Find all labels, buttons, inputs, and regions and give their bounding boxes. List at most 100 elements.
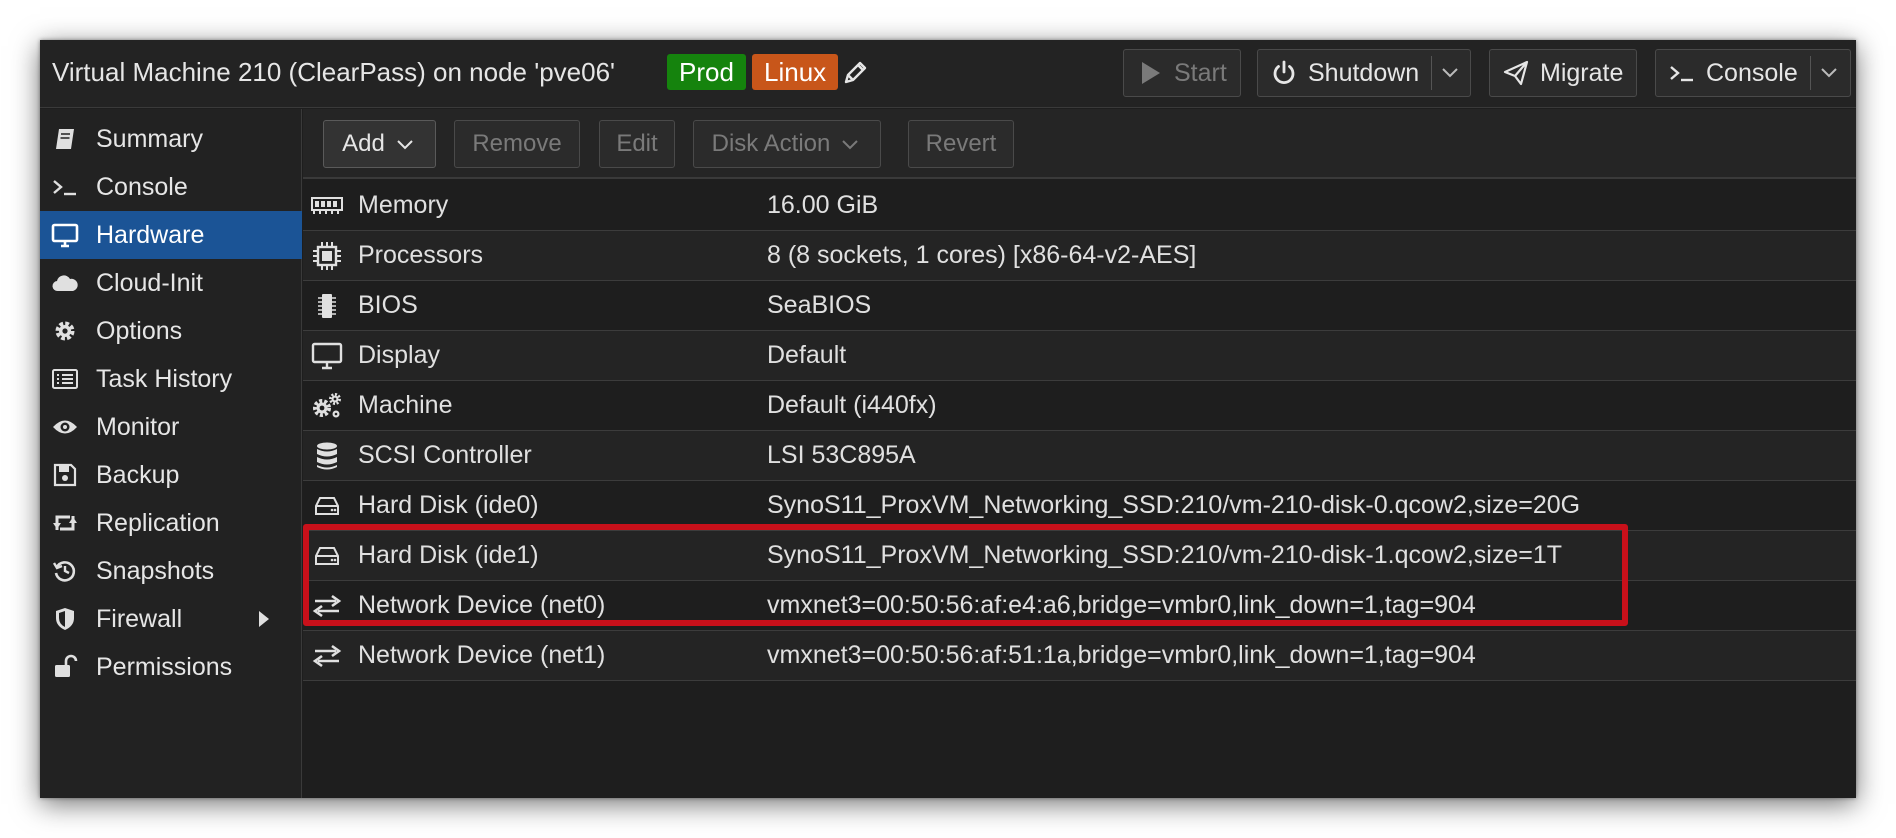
table-row[interactable]: Network Device (net0) vmxnet3=00:50:56:a… [303,581,1856,631]
disk-action-button[interactable]: Disk Action [693,120,881,168]
table-row[interactable]: SCSI Controller LSI 53C895A [303,431,1856,481]
start-label: Start [1174,58,1227,87]
hardware-value: 16.00 GiB [767,191,879,219]
table-row[interactable]: Hard Disk (ide0) SynoS11_ProxVM_Networki… [303,481,1856,531]
sidebar-item-options[interactable]: Options [40,307,302,355]
console-button[interactable]: Console [1655,49,1851,97]
revert-label: Revert [925,130,997,157]
play-icon [1136,59,1164,87]
tag-prod[interactable]: Prod [667,54,746,90]
shutdown-menu-chevron-icon[interactable] [1432,59,1468,87]
migrate-label: Migrate [1540,58,1624,87]
sidebar-item-label: Summary [96,124,203,153]
sidebar-item-label: Task History [96,364,233,393]
vm-title: Virtual Machine 210 (ClearPass) on node … [52,57,615,87]
remove-button[interactable]: Remove [454,120,580,168]
hardware-name: Memory [358,191,449,219]
sidebar-item-label: Console [96,172,188,201]
table-row[interactable]: Network Device (net1) vmxnet3=00:50:56:a… [303,631,1856,681]
sidebar-item-label: Hardware [96,220,205,249]
table-row[interactable]: Processors 8 (8 sockets, 1 cores) [x86-6… [303,231,1856,281]
hardware-name: Machine [358,391,453,419]
vm-sidebar-nav: Summary Console Hardware Cloud-Init Opti… [40,109,302,798]
sidebar-item-snapshots[interactable]: Snapshots [40,547,302,595]
database-icon [311,440,343,472]
sidebar-item-firewall[interactable]: Firewall [40,595,302,643]
hardware-value: LSI 53C895A [767,441,916,469]
remove-label: Remove [472,130,562,157]
hardware-name: Network Device (net1) [358,641,606,669]
title-bar: Virtual Machine 210 (ClearPass) on node … [40,40,1856,108]
monitor-icon [50,220,80,250]
table-row[interactable]: Memory 16.00 GiB [303,181,1856,231]
hardware-name: Hard Disk (ide0) [358,491,539,519]
sidebar-item-summary[interactable]: Summary [40,115,302,163]
terminal-icon [50,172,80,202]
edit-tags-pencil-icon[interactable] [842,58,870,86]
sidebar-item-label: Cloud-Init [96,268,203,297]
sidebar-item-backup[interactable]: Backup [40,451,302,499]
retweet-icon [50,508,80,538]
eye-icon [50,412,80,442]
table-row[interactable]: Machine Default (i440fx) [303,381,1856,431]
paper-plane-icon [1502,59,1530,87]
hardware-toolbar: Add Remove Edit Disk Action Revert [303,109,1856,179]
sidebar-item-monitor[interactable]: Monitor [40,403,302,451]
sidebar-item-label: Monitor [96,412,180,441]
migrate-button[interactable]: Migrate [1489,49,1637,97]
table-row[interactable]: Display Default [303,331,1856,381]
expand-arrow-icon[interactable] [256,609,272,629]
hardware-name: Network Device (net0) [358,591,606,619]
hdd-icon [311,540,343,572]
sidebar-item-label: Replication [96,508,220,537]
sidebar-item-label: Options [96,316,183,345]
cloud-icon [50,268,80,298]
start-button[interactable]: Start [1123,49,1241,97]
hdd-icon [311,490,343,522]
shutdown-label: Shutdown [1308,58,1420,87]
sidebar-item-cloud-init[interactable]: Cloud-Init [40,259,302,307]
sidebar-item-permissions[interactable]: Permissions [40,643,302,691]
exchange-icon [311,640,343,672]
microchip-icon [311,290,343,322]
chevron-down-icon [838,132,862,156]
sidebar-item-label: Permissions [96,652,233,681]
unlock-icon [50,652,80,682]
shield-icon [50,604,80,634]
tag-linux[interactable]: Linux [752,54,839,90]
hardware-value: 8 (8 sockets, 1 cores) [x86-64-v2-AES] [767,241,1197,269]
disk-action-label: Disk Action [711,130,831,157]
edit-button[interactable]: Edit [599,120,675,168]
add-button[interactable]: Add [323,120,436,168]
console-label: Console [1706,58,1798,87]
hardware-name: Processors [358,241,484,269]
hardware-value: SynoS11_ProxVM_Networking_SSD:210/vm-210… [767,541,1563,569]
hardware-name: Hard Disk (ide1) [358,541,539,569]
memory-icon [311,190,343,222]
sidebar-item-task-history[interactable]: Task History [40,355,302,403]
hardware-panel: Add Remove Edit Disk Action Revert Memor… [303,109,1856,798]
shutdown-button[interactable]: Shutdown [1257,49,1471,97]
list-icon [50,364,80,394]
sidebar-item-label: Backup [96,460,180,489]
sidebar-item-replication[interactable]: Replication [40,499,302,547]
history-icon [50,556,80,586]
cogs-icon [311,390,343,422]
table-row[interactable]: Hard Disk (ide1) SynoS11_ProxVM_Networki… [303,531,1856,581]
vm-window: Virtual Machine 210 (ClearPass) on node … [40,40,1856,798]
hardware-name: SCSI Controller [358,441,532,469]
revert-button[interactable]: Revert [908,120,1014,168]
book-icon [50,124,80,154]
hardware-value: Default (i440fx) [767,391,937,419]
console-menu-chevron-icon[interactable] [1811,59,1847,87]
sidebar-item-hardware[interactable]: Hardware [40,211,302,259]
sidebar-item-console[interactable]: Console [40,163,302,211]
table-row[interactable]: BIOS SeaBIOS [303,281,1856,331]
chevron-down-icon [393,132,417,156]
sidebar-item-label: Snapshots [96,556,215,585]
power-icon [1270,59,1298,87]
hardware-value: vmxnet3=00:50:56:af:e4:a6,bridge=vmbr0,l… [767,591,1476,619]
gear-icon [50,316,80,346]
hardware-value: Default [767,341,847,369]
terminal-icon [1668,59,1696,87]
